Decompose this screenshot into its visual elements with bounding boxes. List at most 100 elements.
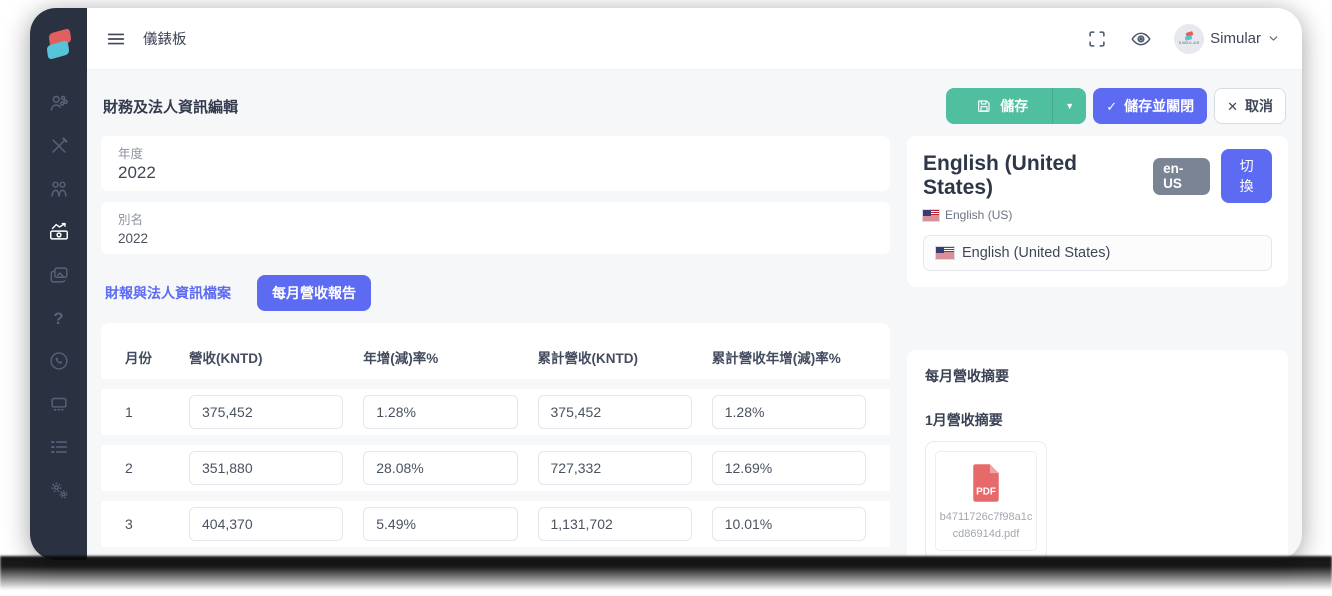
- row-divider: [101, 379, 890, 389]
- cancel-label: 取消: [1245, 96, 1273, 116]
- hamburger-menu-icon[interactable]: [105, 28, 127, 50]
- alias-field[interactable]: 別名 2022: [101, 202, 890, 254]
- topbar-actions: SIMULAR Simular: [1086, 24, 1280, 54]
- form-column: 年度 2022 別名 2022 財報與法人資訊檔案 每月營收報告 月份: [101, 136, 890, 560]
- header-month: 月份: [125, 347, 169, 367]
- sidebar: ?: [30, 8, 87, 560]
- devices-icon[interactable]: [48, 393, 70, 415]
- summary-title: 每月營收摘要: [925, 366, 1270, 386]
- pdf-file-icon: PDF: [968, 462, 1004, 504]
- help-icon[interactable]: ?: [48, 307, 70, 329]
- cumulative-revenue-input[interactable]: [538, 395, 692, 429]
- tab-bar: 財報與法人資訊檔案 每月營收報告: [105, 275, 886, 311]
- pdf-file-name: b4711726c7f98a1ccd86914d.pdf: [937, 509, 1035, 542]
- close-icon: ✕: [1227, 100, 1238, 113]
- settings-gears-icon[interactable]: [48, 479, 70, 501]
- avatar-label: SIMULAR: [1179, 40, 1200, 45]
- year-field[interactable]: 年度 2022: [101, 136, 890, 191]
- user-menu[interactable]: SIMULAR Simular: [1174, 24, 1280, 54]
- month-cell: 1: [125, 404, 169, 420]
- revenue-input[interactable]: [189, 395, 343, 429]
- screenshot-cutoff-band: [0, 556, 1332, 590]
- month-cell: 2: [125, 460, 169, 476]
- yoy-rate-input[interactable]: [363, 451, 517, 485]
- save-label: 儲存: [1000, 96, 1028, 116]
- app-logo: [41, 28, 77, 66]
- table-row: 1: [125, 389, 866, 435]
- save-button[interactable]: 儲存 ▼: [946, 88, 1086, 124]
- row-divider: [101, 547, 890, 557]
- switch-locale-button[interactable]: 切換: [1221, 149, 1272, 203]
- header-actions: 儲存 ▼ ✓ 儲存並關閉 ✕ 取消: [946, 88, 1286, 124]
- avatar: SIMULAR: [1174, 24, 1204, 54]
- us-flag-icon: [936, 247, 954, 259]
- gallery-icon[interactable]: [48, 264, 70, 286]
- cancel-button[interactable]: ✕ 取消: [1214, 88, 1286, 124]
- yoy-rate-input[interactable]: [363, 507, 517, 541]
- row-divider: [101, 491, 890, 501]
- pdf-label: PDF: [976, 486, 996, 497]
- save-floppy-icon: [976, 98, 992, 114]
- users-group-icon[interactable]: [48, 92, 70, 114]
- sidebar-nav: ?: [48, 92, 70, 501]
- revenue-chart-icon[interactable]: [48, 221, 70, 243]
- save-close-button[interactable]: ✓ 儲存並關閉: [1093, 88, 1207, 124]
- cumulative-yoy-rate-input[interactable]: [712, 395, 866, 429]
- year-value: 2022: [118, 163, 873, 183]
- table-header-row: 月份 營收(KNTD) 年增(減)率% 累計營收(KNTD) 累計營收年增(減)…: [125, 335, 866, 379]
- check-icon: ✓: [1106, 100, 1117, 113]
- table-row: 2: [125, 445, 866, 491]
- locale-option-label: English (United States): [962, 245, 1110, 261]
- contact-phone-icon[interactable]: [48, 350, 70, 372]
- list-icon[interactable]: [48, 436, 70, 458]
- cumulative-revenue-input[interactable]: [538, 451, 692, 485]
- tab-monthly-revenue[interactable]: 每月營收報告: [257, 275, 371, 311]
- fullscreen-icon[interactable]: [1086, 28, 1108, 50]
- people-icon[interactable]: [48, 178, 70, 200]
- header-cumulative-revenue: 累計營收(KNTD): [538, 347, 692, 367]
- topbar: 儀錶板 SIMULAR Simular: [87, 8, 1302, 70]
- monthly-revenue-table: 月份 營收(KNTD) 年增(減)率% 累計營收(KNTD) 累計營收年增(減)…: [101, 323, 890, 560]
- content-area: 財務及法人資訊編輯 儲存 ▼ ✓ 儲存並關閉 ✕: [87, 70, 1302, 560]
- month1-summary-title: 1月營收摘要: [925, 410, 1270, 430]
- avatar-logo-icon: [1184, 32, 1194, 40]
- table-row: 4: [125, 557, 866, 560]
- current-locale-label: English (US): [945, 208, 1012, 222]
- page-header: 財務及法人資訊編輯 儲存 ▼ ✓ 儲存並關閉 ✕: [103, 88, 1286, 124]
- row-divider: [101, 435, 890, 445]
- header-revenue: 營收(KNTD): [189, 347, 343, 367]
- header-yoy-rate: 年增(減)率%: [363, 347, 517, 367]
- revenue-input[interactable]: [189, 507, 343, 541]
- locale-card: English (United States) en-US 切換 English…: [907, 136, 1288, 287]
- user-name: Simular: [1210, 30, 1261, 47]
- monthly-summary-card: 每月營收摘要 1月營收摘要 PDF b4711726c7f98a1ccd8691…: [907, 350, 1288, 560]
- month-cell: 3: [125, 516, 169, 532]
- app-window: ? 儀錶板: [30, 8, 1302, 560]
- save-dropdown-caret[interactable]: ▼: [1052, 88, 1086, 124]
- current-locale: English (US): [923, 208, 1272, 222]
- eye-icon[interactable]: [1130, 28, 1152, 50]
- alias-value: 2022: [118, 231, 873, 246]
- tab-financial-files[interactable]: 財報與法人資訊檔案: [105, 283, 231, 303]
- table-row: 3: [125, 501, 866, 547]
- side-panel: English (United States) en-US 切換 English…: [907, 136, 1288, 560]
- page-title: 財務及法人資訊編輯: [103, 96, 238, 117]
- cumulative-yoy-rate-input[interactable]: [712, 507, 866, 541]
- yoy-rate-input[interactable]: [363, 395, 517, 429]
- us-flag-icon: [923, 210, 939, 221]
- main-area: 儀錶板 SIMULAR Simular: [87, 8, 1302, 560]
- design-tools-icon[interactable]: [48, 135, 70, 157]
- save-close-label: 儲存並關閉: [1124, 96, 1194, 116]
- locale-option[interactable]: English (United States): [923, 235, 1272, 271]
- year-label: 年度: [118, 143, 873, 162]
- alias-label: 別名: [118, 209, 873, 228]
- revenue-input[interactable]: [189, 451, 343, 485]
- locale-code-badge: en-US: [1153, 158, 1210, 195]
- breadcrumb-title: 儀錶板: [143, 28, 187, 49]
- locale-title: English (United States): [923, 152, 1142, 200]
- cumulative-yoy-rate-input[interactable]: [712, 451, 866, 485]
- cumulative-revenue-input[interactable]: [538, 507, 692, 541]
- chevron-down-icon: [1267, 32, 1280, 45]
- pdf-attachment[interactable]: PDF b4711726c7f98a1ccd86914d.pdf: [925, 441, 1047, 560]
- header-cumulative-yoy-rate: 累計營收年增(減)率%: [712, 347, 866, 367]
